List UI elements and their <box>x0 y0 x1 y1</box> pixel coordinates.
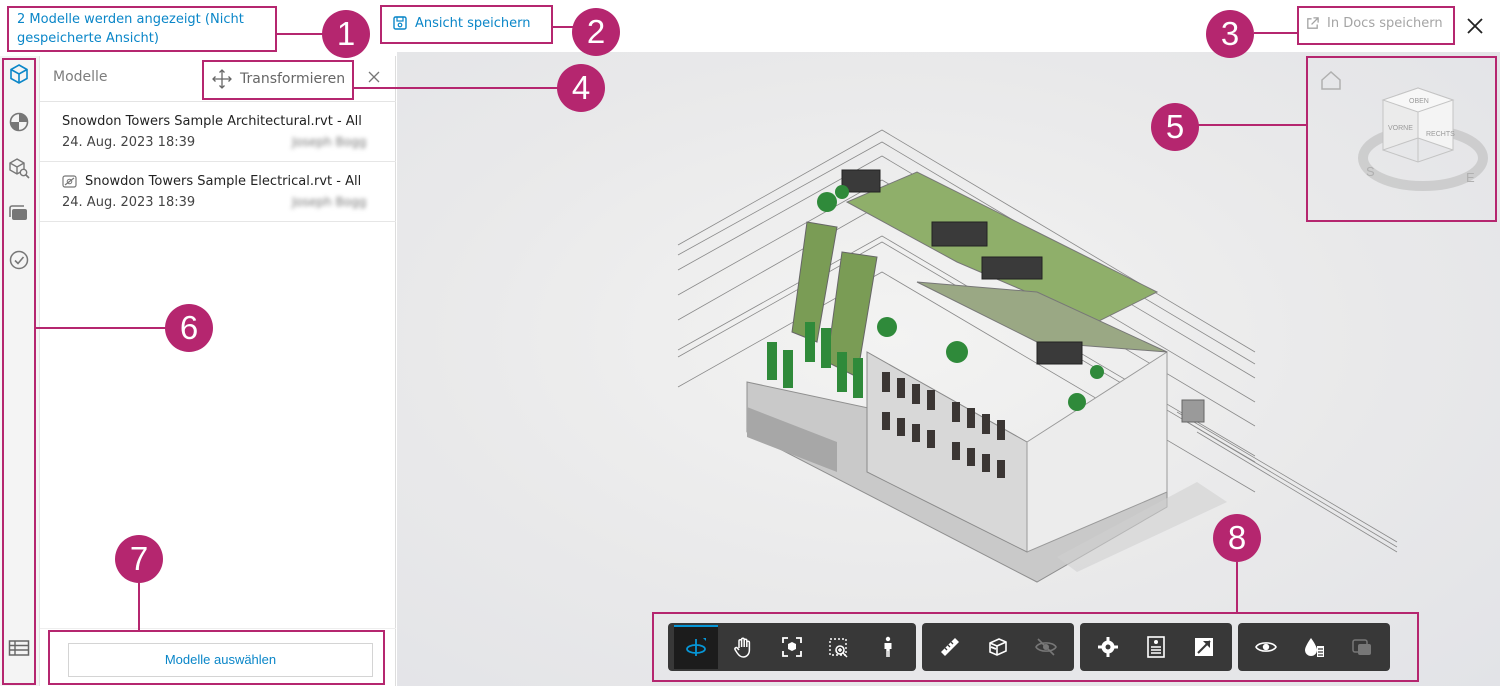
callout-line-1 <box>277 33 323 35</box>
close-panel-icon[interactable] <box>366 69 382 85</box>
callout-badge-5: 5 <box>1151 103 1199 151</box>
callout-line-7 <box>138 583 140 631</box>
hidden-model-icon <box>62 175 77 188</box>
callout-badge-1: 1 <box>322 10 370 58</box>
callout-badge-6: 6 <box>165 304 213 352</box>
model-date: 24. Aug. 2023 18:39 <box>62 195 196 210</box>
callout-line-6 <box>36 327 166 329</box>
model-name: Snowdon Towers Sample Electrical.rvt - A… <box>62 174 361 189</box>
callout-line-5 <box>1198 124 1306 126</box>
panel-title: Modelle <box>53 69 108 85</box>
callout-box-5 <box>1306 56 1497 222</box>
callout-line-3 <box>1254 32 1298 34</box>
callout-badge-8: 8 <box>1213 514 1261 562</box>
model-list-item[interactable]: Snowdon Towers Sample Architectural.rvt … <box>40 102 396 162</box>
model-list-item[interactable]: Snowdon Towers Sample Electrical.rvt - A… <box>40 162 396 222</box>
callout-line-4 <box>354 87 558 89</box>
callout-box-7 <box>48 630 385 685</box>
close-icon[interactable] <box>1464 15 1486 37</box>
callout-box-8 <box>652 612 1419 682</box>
callout-box-4 <box>202 60 354 100</box>
model-date: 24. Aug. 2023 18:39 <box>62 135 196 150</box>
callout-badge-4: 4 <box>557 64 605 112</box>
callout-box-6 <box>2 58 36 685</box>
callout-box-1 <box>7 6 277 52</box>
callout-line-2 <box>553 26 573 28</box>
callout-badge-2: 2 <box>572 8 620 56</box>
callout-line-8 <box>1236 562 1238 613</box>
models-panel: Modelle Transformieren Snowdon Towers Sa… <box>40 56 396 686</box>
callout-box-3 <box>1297 6 1455 45</box>
callout-box-2 <box>380 5 553 44</box>
callout-badge-3: 3 <box>1206 10 1254 58</box>
model-user: Joseph Bogg <box>292 195 367 209</box>
divider <box>40 628 396 629</box>
callout-badge-7: 7 <box>115 535 163 583</box>
model-name: Snowdon Towers Sample Architectural.rvt … <box>62 114 362 129</box>
model-user: Joseph Bogg <box>292 135 367 149</box>
